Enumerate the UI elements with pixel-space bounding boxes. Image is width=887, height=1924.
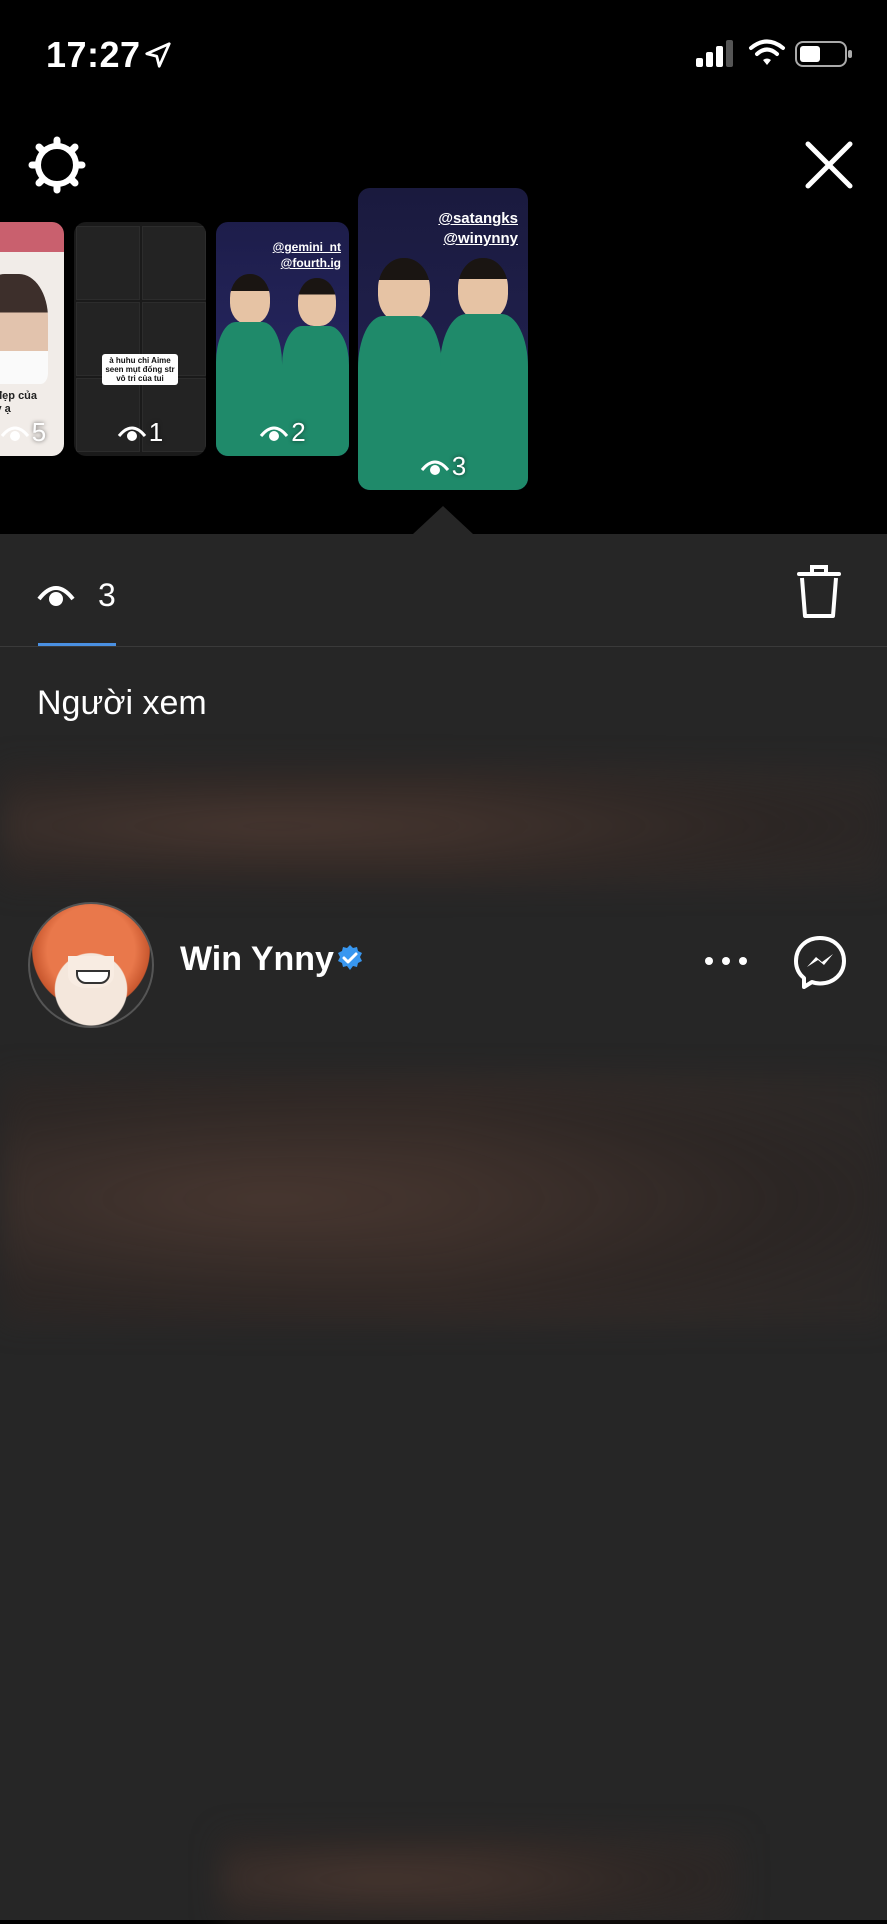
story-thumbnail[interactable]: rẻ đẹp của nny ạ 5: [0, 222, 64, 456]
mention-tag: @satangks: [438, 210, 518, 227]
story-thumbnail[interactable]: @gemini_nt @fourth.ig 2: [216, 222, 349, 456]
wifi-icon: [749, 39, 785, 65]
blurred-viewer-row: [0, 1074, 887, 1324]
story-note: à huhu chỉ Aime seen mụt đống str vô tri…: [102, 354, 178, 385]
cellular-signal-icon: [696, 40, 733, 67]
avatar[interactable]: [28, 902, 154, 1028]
story-view-count: 5: [0, 417, 64, 448]
more-options-icon[interactable]: [700, 946, 752, 976]
story-view-count: 2: [216, 417, 349, 448]
eye-icon: [117, 426, 146, 441]
eye-icon: [0, 426, 29, 441]
story-views-number: 1: [148, 417, 164, 447]
mention-tag: @fourth.ig: [280, 256, 341, 270]
selected-story-pointer: [413, 506, 473, 534]
story-thumbnail[interactable]: à huhu chỉ Aime seen mụt đống str vô tri…: [74, 222, 206, 456]
top-actions: [0, 110, 887, 194]
story-thumbnail-selected[interactable]: @satangks @winynny 3: [358, 188, 528, 490]
blurred-viewer-row: [0, 766, 887, 886]
story-views-number: 2: [291, 417, 306, 447]
viewers-toolbar: 3: [0, 534, 887, 647]
view-count: 3: [98, 576, 116, 613]
blurred-viewer-row: [220, 1834, 740, 1924]
eye-icon: [37, 586, 75, 606]
viewer-row[interactable]: Win Ynny: [0, 896, 887, 1036]
viewer-username[interactable]: Win Ynny: [180, 940, 334, 979]
battery-icon: [795, 41, 852, 67]
person-figure: [378, 258, 430, 322]
eye-icon: [260, 426, 289, 441]
screenshot-tile: [76, 226, 140, 300]
tab-underline: [38, 643, 116, 646]
story-views-number: 5: [31, 417, 47, 447]
viewers-panel: 3 Người xem Win Ynny: [0, 534, 887, 1924]
screenshot-tile: [142, 226, 206, 300]
status-time: 17:27: [46, 34, 141, 75]
avatar-grin: [76, 970, 110, 984]
story-photo: [0, 274, 48, 384]
mention-tag: @winynny: [443, 230, 518, 247]
story-views-number: 3: [451, 451, 467, 481]
location-arrow-icon: [145, 42, 171, 68]
person-figure: [230, 274, 270, 324]
story-view-count: 1: [74, 417, 206, 448]
person-figure: [298, 278, 336, 326]
tab-views[interactable]: 3: [36, 570, 116, 620]
status-bar: 17:27: [0, 0, 887, 110]
story-caption: rẻ đẹp của nny ạ: [0, 390, 38, 415]
messenger-icon[interactable]: [792, 934, 848, 990]
trash-icon[interactable]: [795, 564, 843, 620]
verified-badge-icon: [338, 945, 362, 970]
story-carousel[interactable]: rẻ đẹp của nny ạ 5 à huhu chỉ Aime seen …: [0, 180, 887, 540]
mention-tag: @gemini_nt: [272, 240, 341, 254]
viewers-title: Người xem: [37, 684, 207, 722]
story-view-count: 3: [358, 451, 528, 482]
eye-icon: [420, 460, 449, 475]
person-figure: [458, 258, 508, 320]
